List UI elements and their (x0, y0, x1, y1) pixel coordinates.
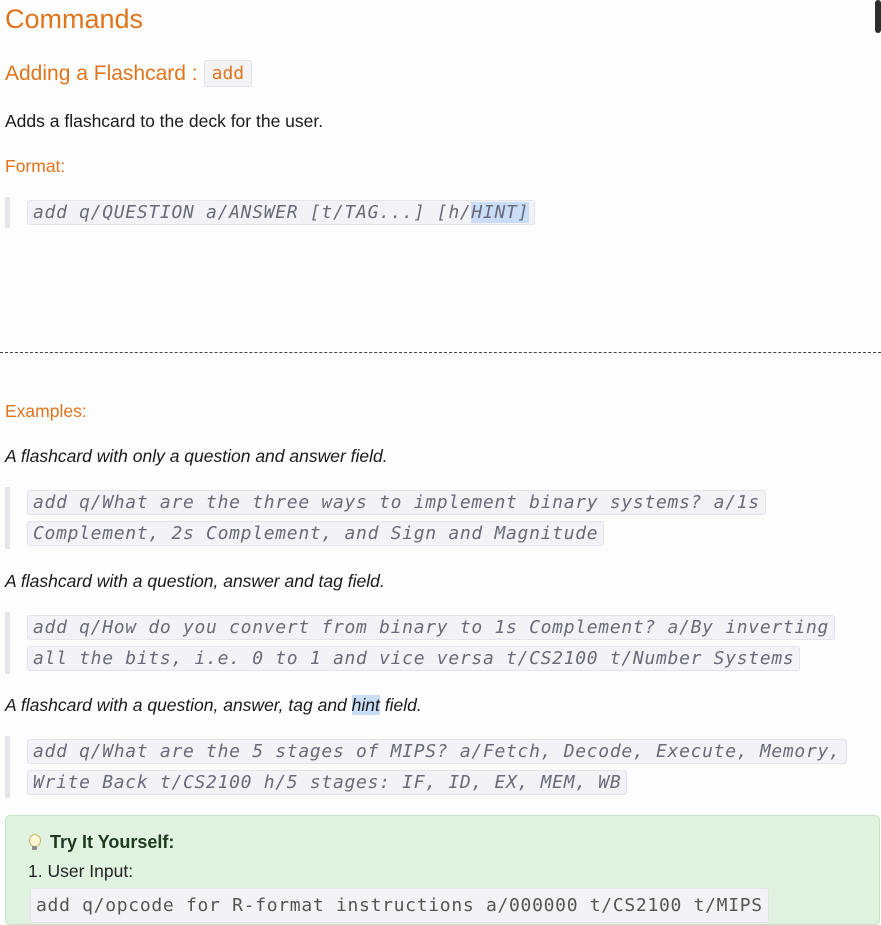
format-code-highlight: HINT] (471, 202, 530, 223)
example-1-blockquote: add q/What are the three ways to impleme… (5, 487, 861, 549)
section-heading: Adding a Flashcard : add (5, 60, 253, 87)
example-3-caption: A flashcard with a question, answer, tag… (5, 695, 422, 715)
format-label: Format: (5, 156, 66, 176)
tip-title: Try It Yourself: (50, 832, 175, 852)
example-2-caption: A flashcard with a question, answer and … (5, 571, 385, 591)
command-keyword: add (203, 60, 253, 87)
example-3-caption-highlight: hint (351, 695, 380, 715)
try-it-yourself-box: Try It Yourself: 1. User Input: add q/op… (5, 815, 880, 925)
tip-step-1: 1. User Input: (28, 861, 134, 881)
section-heading-text: Adding a Flashcard : (5, 61, 198, 85)
example-1-caption: A flashcard with only a question and ans… (5, 446, 388, 466)
page-title: Commands (5, 4, 144, 34)
scrollbar-thumb[interactable] (875, 0, 881, 33)
examples-label: Examples: (5, 401, 87, 421)
command-description: Adds a flashcard to the deck for the use… (5, 111, 324, 131)
format-blockquote: add q/QUESTION a/ANSWER [t/TAG...] [h/HI… (5, 197, 861, 228)
format-code: add q/QUESTION a/ANSWER [t/TAG...] [h/HI… (27, 197, 861, 228)
tip-step-1-code: add q/opcode for R-format instructions a… (30, 888, 769, 923)
example-2-blockquote: add q/How do you convert from binary to … (5, 612, 861, 674)
tip-header: Try It Yourself: (28, 832, 857, 853)
lightbulb-icon (28, 833, 41, 852)
example-3-code: add q/What are the 5 stages of MIPS? a/F… (27, 739, 847, 795)
example-3-blockquote: add q/What are the 5 stages of MIPS? a/F… (5, 736, 861, 798)
example-1-code: add q/What are the three ways to impleme… (27, 490, 766, 546)
example-2-code: add q/How do you convert from binary to … (27, 615, 836, 671)
page-break-divider (0, 352, 881, 353)
format-code-text: add q/QUESTION a/ANSWER [t/TAG...] [h/HI… (27, 200, 536, 225)
